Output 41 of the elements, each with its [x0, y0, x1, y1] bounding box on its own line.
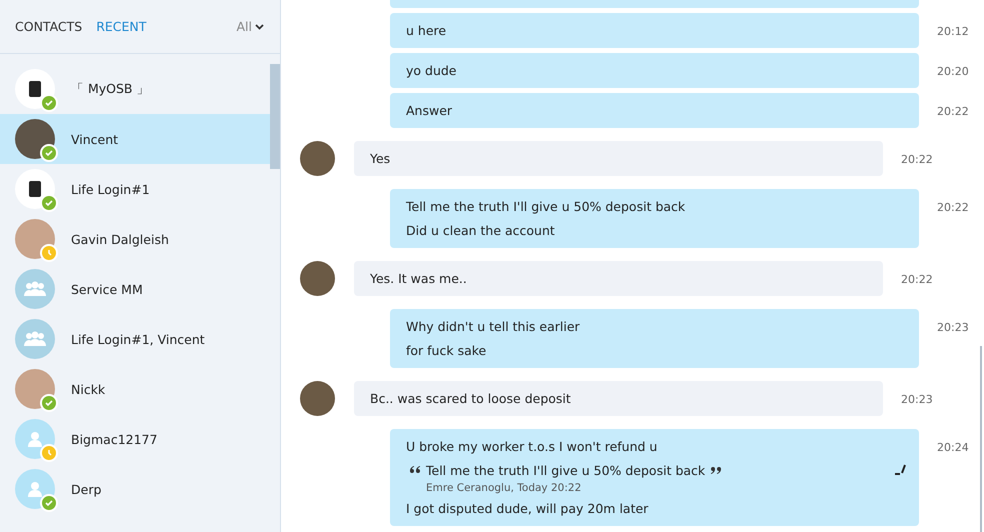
scrollbar-thumb[interactable] — [980, 346, 982, 532]
message-text: U broke my worker t.o.s I won't refund u — [406, 438, 658, 456]
message-text: I got disputed dude, will pay 20m later — [406, 500, 650, 518]
contact-item[interactable]: Gavin Dalgleish — [0, 214, 270, 264]
quote-author: Emre Ceranoglu, Today 20:22 — [426, 482, 582, 494]
avatar-photo — [300, 141, 335, 176]
sidebar-tab[interactable]: CONTACTS — [15, 19, 82, 34]
message-text: Why didn't u tell this earlier — [406, 318, 581, 336]
message-text: Did u clean the account — [406, 222, 556, 240]
message-time: 20:23 — [901, 393, 933, 406]
message-time: 20:22 — [901, 153, 933, 166]
contact-item[interactable]: Life Login#1, Vincent — [0, 314, 270, 364]
message-time: 20:24 — [937, 441, 969, 454]
message-text: u here — [406, 22, 448, 40]
message-time: 20:23 — [937, 321, 969, 334]
message-time: 20:12 — [937, 25, 969, 38]
contact-item[interactable]: Derp — [0, 464, 270, 514]
contact-item[interactable]: Service MM — [0, 264, 270, 314]
message-time: 20:20 — [937, 65, 969, 78]
quoted-text: Tell me the truth I'll give u 50% deposit back — [426, 462, 706, 480]
contact-item[interactable]: 「 MyOSB 」 — [0, 64, 270, 114]
message-text: Yes. It was me.. — [370, 270, 468, 288]
message-text: yo dude — [406, 62, 458, 80]
contact-item[interactable]: Bigmac12177 — [0, 414, 270, 464]
message-time: 20:22 — [901, 273, 933, 286]
message-time: 20:22 — [937, 105, 969, 118]
contact-item[interactable]: Life Login#1 — [0, 164, 270, 214]
avatar-photo — [300, 261, 335, 296]
scrollbar-thumb[interactable] — [270, 64, 280, 169]
message-text: Bc.. was scared to loose deposit — [370, 390, 572, 408]
contact-item[interactable]: Nickk — [0, 364, 270, 414]
message-text: Yes — [370, 150, 392, 168]
chevron-down-icon — [255, 24, 264, 30]
contact-item[interactable]: Vincent — [0, 114, 270, 164]
message-text: for fuck sake — [406, 342, 488, 360]
message-text: Answer — [406, 102, 454, 120]
open-quote-icon — [410, 466, 420, 474]
message-text: Tell me the truth I'll give u 50% deposit back — [406, 198, 686, 216]
avatar-photo — [300, 381, 335, 416]
message-time: 20:22 — [937, 201, 969, 214]
close-quote-icon — [711, 466, 722, 474]
